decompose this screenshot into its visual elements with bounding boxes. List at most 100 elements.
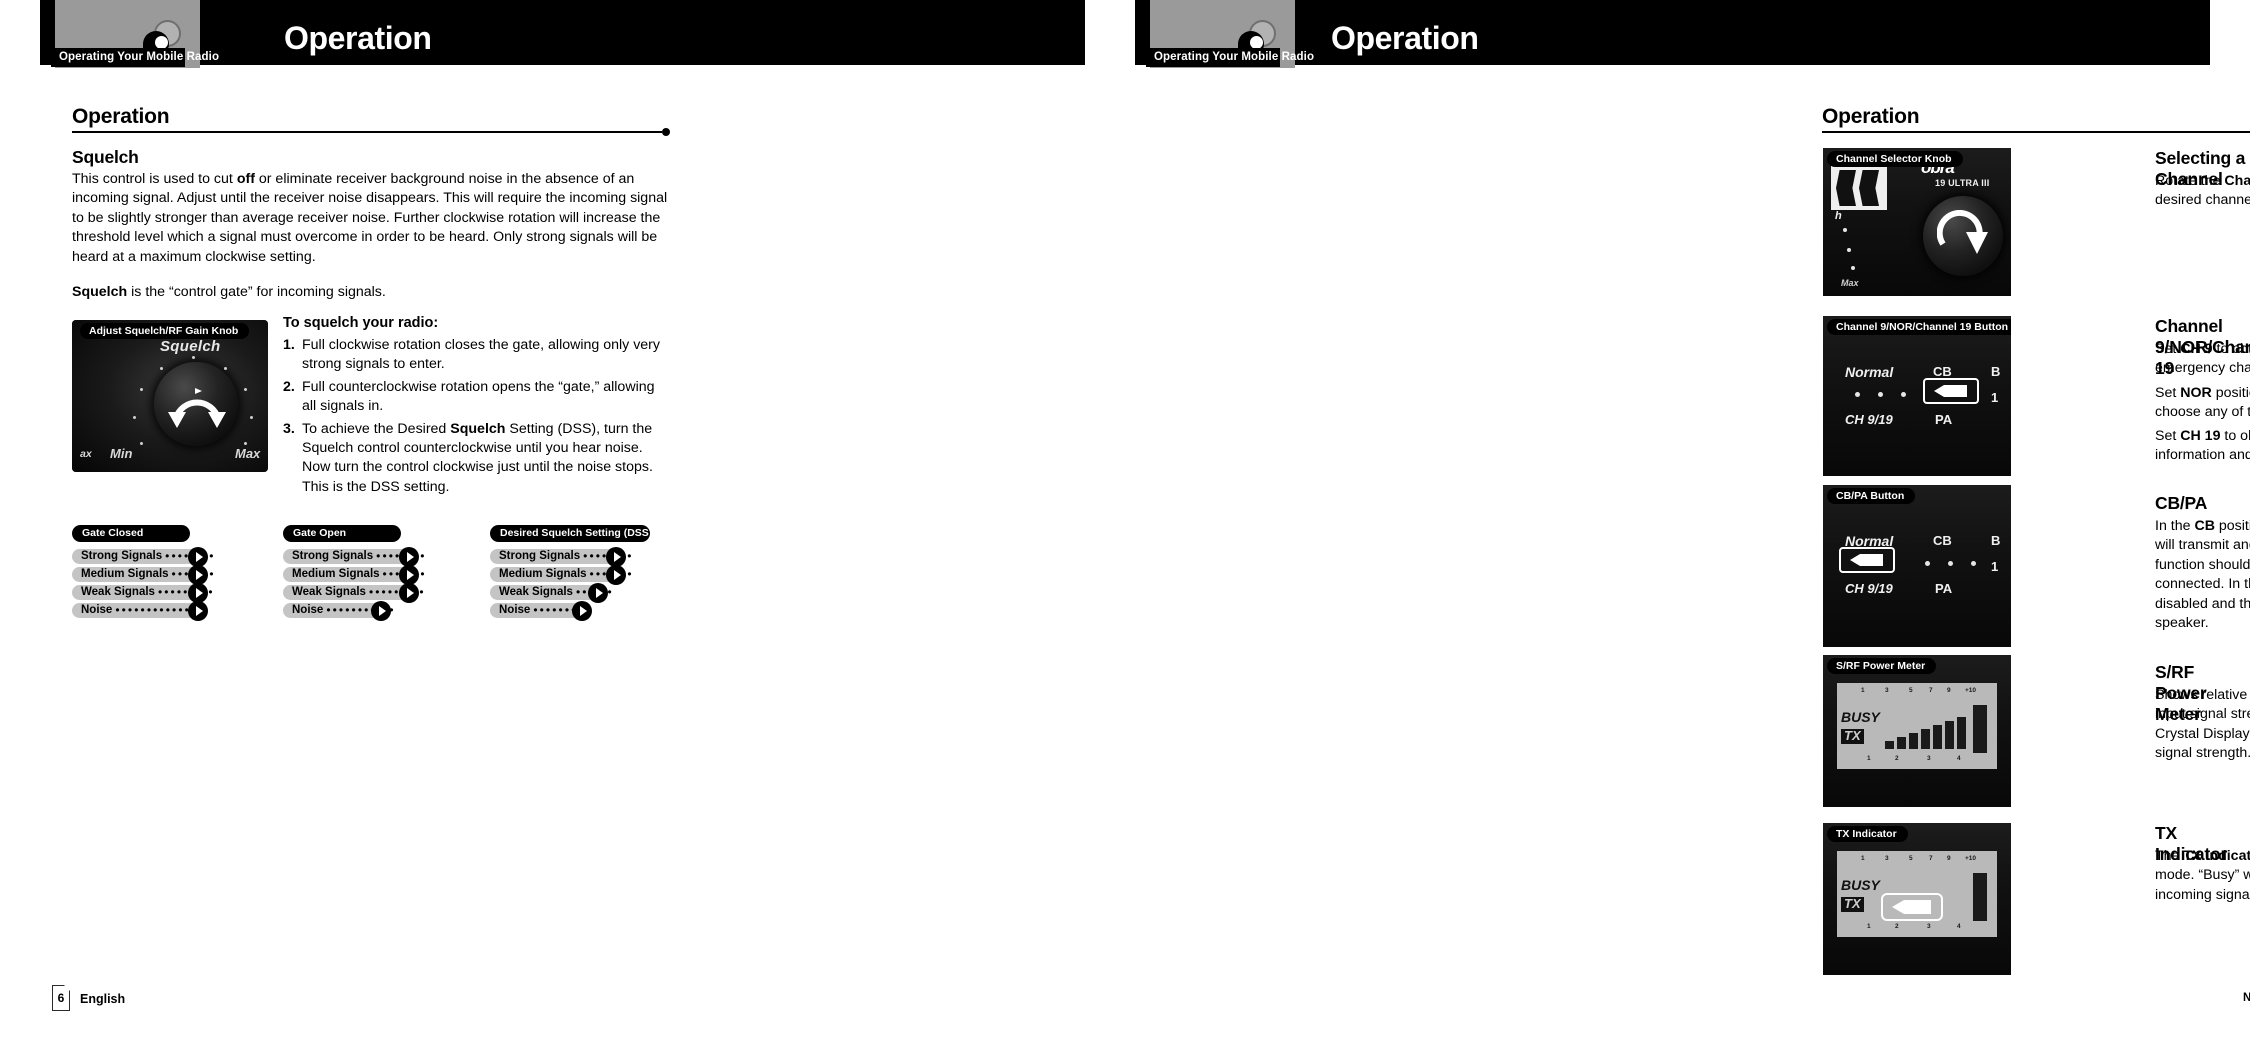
photo-cb-label-2: CB bbox=[1933, 533, 1952, 548]
squelch-knob-caption: Adjust Squelch/RF Gain Knob bbox=[80, 323, 250, 339]
header-tab-left: Operating Your Mobile Radio bbox=[51, 48, 219, 67]
lcd-tx-label-1: TX bbox=[1841, 728, 1864, 744]
signal-arrow-icon bbox=[606, 547, 626, 567]
photo-cb-label-1: CB bbox=[1933, 364, 1952, 379]
signal-row-label: Medium Signals bbox=[292, 568, 380, 580]
photo-normal-label-1: Normal bbox=[1845, 364, 1894, 380]
lcd-busy-label-2: BUSY bbox=[1841, 877, 1880, 893]
squelch-photo-max: Max bbox=[235, 446, 261, 461]
squelch-knob-photo: Squelch ax Min Max Adjust Squelch/RF Gai… bbox=[72, 320, 268, 472]
signal-diagram-dss: Desired Squelch Setting (DSS) Strong Sign… bbox=[490, 525, 686, 621]
signal-arrow-icon bbox=[188, 583, 208, 603]
signal-row-label: Strong Signals bbox=[292, 550, 374, 562]
squelch-heading: Squelch bbox=[72, 147, 139, 167]
squelch-paragraph-1: This control is used to cut off or elimi… bbox=[72, 171, 668, 265]
signal-diagram-gate-closed: Gate Closed Strong Signals••••••••Medium … bbox=[72, 525, 268, 621]
body-ch19: Set CH 19 to obtain instant access to th… bbox=[2155, 428, 2250, 464]
channel-9-nor-19-button-photo: Normal CB CH 9/19 PA B 1 Channel 9/NOR/C… bbox=[1823, 316, 2011, 476]
step3-text: To achieve the Desired Squelch Setting (… bbox=[302, 420, 653, 495]
steps-heading: To squelch your radio: bbox=[283, 315, 439, 331]
left-arrow-switch-icon bbox=[1923, 378, 1979, 404]
signal-arrow-icon bbox=[371, 601, 391, 621]
lcd-busy-label-1: BUSY bbox=[1841, 709, 1880, 725]
signal-row-label: Strong Signals bbox=[499, 550, 581, 562]
signal-row-label: Weak Signals bbox=[81, 586, 155, 598]
photo-edge-label-b1: B bbox=[1991, 364, 2001, 379]
clockwise-rotate-arrow-icon bbox=[1937, 210, 1988, 254]
list-item: 1. Full clockwise rotation closes the gat… bbox=[283, 337, 661, 373]
squelch-photo-label: Squelch bbox=[160, 338, 221, 355]
signal-row-label: Noise bbox=[81, 604, 113, 616]
photo-edge-label-11: 1 bbox=[1991, 390, 1999, 405]
left-arrow-highlight-icon bbox=[1881, 893, 1943, 921]
signal-row-label: Noise bbox=[499, 604, 531, 616]
cb-pa-caption: CB/PA Button bbox=[1827, 488, 1916, 504]
lcd-tx-label-2: TX bbox=[1841, 896, 1864, 912]
section-title-right: Operation bbox=[1822, 105, 1920, 128]
footer-language: English bbox=[80, 992, 126, 1006]
srf-power-meter-photo: 1 3 5 7 9 +10 BUSY TX 1 2 3 4 S/RF Power… bbox=[1823, 655, 2011, 807]
body-srf-power-meter: Shows relative transmitter RF output pow… bbox=[2155, 687, 2250, 762]
signal-row: Strong Signals•••••••• bbox=[283, 547, 424, 567]
signal-diagram-gate-open: Gate Open Strong Signals••••••••Medium Si… bbox=[283, 525, 479, 621]
left-arrow-switch-icon bbox=[1839, 547, 1895, 573]
signal-row: Noise ••••••••••• bbox=[283, 601, 394, 621]
signal-arrow-icon bbox=[188, 601, 208, 621]
photo-pa-label-1: PA bbox=[1935, 412, 1953, 427]
header-title-right: Operation bbox=[1331, 20, 1479, 56]
rotate-arrows-icon bbox=[168, 388, 226, 428]
heading-cb-pa: CB/PA bbox=[2155, 493, 2208, 513]
signal-row-label: Medium Signals bbox=[81, 568, 169, 580]
body-tx-indicator: The TX Indicator will light when in the … bbox=[2155, 848, 2250, 903]
signal-diagram-caption: Desired Squelch Setting (DSS) bbox=[490, 525, 652, 542]
header-title-left: Operation bbox=[284, 20, 432, 56]
body-nor: Set NOR position to use the channel knob… bbox=[2155, 385, 2250, 421]
body-selecting-a-channel: Rotate the Channel knob clockwise until … bbox=[2155, 173, 2250, 209]
squelch-steps-list: 1. Full clockwise rotation closes the gat… bbox=[283, 336, 663, 500]
photo-ch-label-2: CH 9/19 bbox=[1845, 581, 1893, 596]
page-number-left: 6 bbox=[57, 991, 65, 1005]
right-page: Operating Your Mobile Radio Operation Op… bbox=[1125, 0, 2250, 1050]
signal-row: Medium Signals••••••• bbox=[72, 565, 214, 585]
footer-tagline: Nothing Comes Close to a Cobra® bbox=[2243, 991, 2250, 1004]
signal-row-label: Medium Signals bbox=[499, 568, 587, 580]
signal-row-label: Weak Signals bbox=[499, 586, 573, 598]
photo-pa-label-2: PA bbox=[1935, 581, 1953, 596]
list-item: 2. Full counterclockwise rotation opens t… bbox=[283, 378, 655, 415]
left-page: Operating Your Mobile Radio Operation Op… bbox=[0, 0, 1125, 1050]
signal-row: Noise ••••••••••••••• bbox=[72, 601, 208, 621]
body-ch9: Set CH 9 to obtain instant access to the… bbox=[2155, 341, 2250, 377]
section-rule-dot-left bbox=[662, 128, 670, 136]
section-rule-right bbox=[1822, 131, 2250, 133]
signal-arrow-icon bbox=[399, 565, 419, 585]
signal-row: Weak Signals ••••••••• bbox=[72, 583, 213, 603]
cb-pa-button-photo: Normal CB CH 9/19 PA B 1 CB/PA Button bbox=[1823, 485, 2011, 647]
signal-arrow-icon bbox=[188, 547, 208, 567]
signal-row: Strong Signals•••••••• bbox=[490, 547, 631, 567]
squelch-photo-min: Min bbox=[110, 446, 133, 461]
signal-arrow-icon bbox=[572, 601, 592, 621]
signal-row-label: Strong Signals bbox=[81, 550, 163, 562]
section-rule-left bbox=[72, 131, 662, 133]
tx-indicator-photo: 1 3 5 7 9 +10 BUSY TX 1 2 3 4 TX Indicat… bbox=[1823, 823, 2011, 975]
signal-row: Medium Signals••••••• bbox=[490, 565, 632, 585]
list-item: 3. To achieve the Desired Squelch Setting… bbox=[283, 420, 653, 495]
header-tab-right: Operating Your Mobile Radio bbox=[1146, 48, 1314, 67]
signal-row-label: Weak Signals bbox=[292, 586, 366, 598]
radio-max-label: Max bbox=[1841, 278, 1859, 288]
channel-selector-knob-photo: obra 19 ULTRA III h Max Channel Selector… bbox=[1823, 148, 2011, 296]
photo-ch-label-1: CH 9/19 bbox=[1845, 412, 1893, 427]
photo-edge-label-12: 1 bbox=[1991, 559, 1999, 574]
signal-diagram-caption: Gate Closed bbox=[72, 525, 190, 542]
radio-side-label: h bbox=[1835, 210, 1842, 222]
squelch-photo-max-left: ax bbox=[80, 448, 92, 460]
body-cb-pa: In the CB position, the PA function is d… bbox=[2155, 518, 2250, 632]
signal-row-label: Noise bbox=[292, 604, 324, 616]
signal-diagram-caption: Gate Open bbox=[283, 525, 401, 542]
srf-power-meter-caption: S/RF Power Meter bbox=[1827, 658, 1937, 674]
squelch-paragraph-2: Squelch is the “control gate” for incomi… bbox=[72, 284, 386, 300]
radio-model-label: 19 ULTRA III bbox=[1935, 178, 1990, 188]
signal-row: Strong Signals•••••••• bbox=[72, 547, 213, 567]
signal-arrow-icon bbox=[399, 547, 419, 567]
signal-row: Medium Signals••••••• bbox=[283, 565, 425, 585]
